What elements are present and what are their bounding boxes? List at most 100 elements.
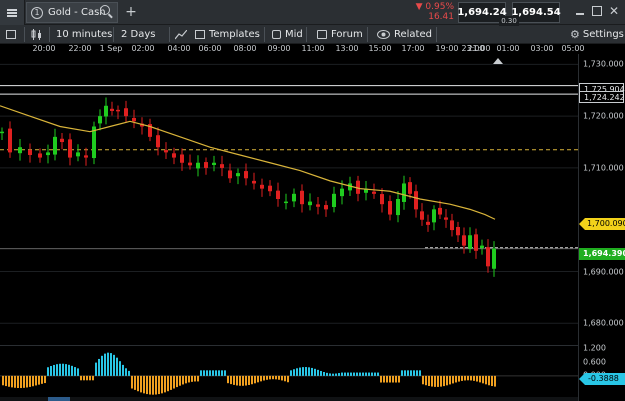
templates-label: Templates xyxy=(209,29,260,40)
candle xyxy=(220,155,224,177)
scroll-thumb[interactable] xyxy=(48,397,70,401)
oscillator-bar xyxy=(305,367,307,376)
oscillator-bar xyxy=(479,375,481,383)
oscillator-bar xyxy=(230,375,232,385)
oscillator-bar xyxy=(212,370,214,376)
candle xyxy=(244,163,248,186)
oscillator-bar xyxy=(56,364,58,376)
oscillator-bar xyxy=(482,375,484,384)
interval-label: 10 minutes xyxy=(56,29,113,40)
chart-type-icon[interactable] xyxy=(30,25,44,44)
oscillator-bar xyxy=(275,375,277,380)
templates-button[interactable]: Templates xyxy=(195,25,260,44)
oscillator-bar xyxy=(119,361,121,376)
oscillator-bar xyxy=(14,375,16,388)
oscillator-bar xyxy=(341,372,343,376)
interval-dropdown[interactable]: 10 minutes xyxy=(56,25,112,44)
oscillator-bar xyxy=(347,372,349,376)
oscillator-bar xyxy=(188,375,190,383)
add-tab-icon[interactable]: + xyxy=(122,4,140,21)
oscillator-bar xyxy=(488,375,490,386)
price-type-dropdown[interactable]: Mid xyxy=(272,25,303,44)
oscillator-bar xyxy=(401,370,403,376)
tab-title: Gold - Cash xyxy=(48,7,106,18)
candle xyxy=(324,200,328,217)
oscillator-bar xyxy=(356,372,358,376)
chart-toolbar: 10 minutes 2 Days Templates Mid Forum Re… xyxy=(0,25,625,44)
oscillator-bar xyxy=(326,372,328,376)
oscillator-bar xyxy=(200,370,202,376)
time-scrollbar[interactable] xyxy=(0,397,578,401)
candle xyxy=(252,172,256,190)
oscillator-bar xyxy=(215,370,217,376)
time-tick: 11:00 xyxy=(301,44,325,53)
oscillator-bar xyxy=(338,373,340,376)
price-chart[interactable] xyxy=(0,54,578,344)
oscillator-bar xyxy=(353,372,355,376)
oscillator-bar xyxy=(296,368,298,376)
oscillator-bar xyxy=(416,370,418,376)
oscillator-bar xyxy=(110,353,112,376)
oscillator-bar xyxy=(449,375,451,385)
eye-icon xyxy=(377,30,390,39)
indicators-icon[interactable] xyxy=(175,25,187,44)
oscillator-bar xyxy=(233,375,235,385)
settings-button[interactable]: ⚙ Settings xyxy=(570,25,624,44)
oscillator-bar xyxy=(32,375,34,387)
price-tick: 1,690.000 xyxy=(583,267,624,276)
candle xyxy=(462,227,466,254)
related-button[interactable]: Related xyxy=(377,25,432,44)
oscillator-bar xyxy=(437,375,439,387)
time-tick: 09:00 xyxy=(267,44,291,53)
oscillator-bar xyxy=(254,375,256,384)
oscillator-bar xyxy=(446,375,448,386)
line-label-2: 1,724.242 xyxy=(579,91,625,103)
time-tick: 20:00 xyxy=(32,44,56,53)
price-type-label: Mid xyxy=(285,29,303,40)
oscillator-bar xyxy=(17,375,19,389)
change-percent: ▼ 0.95% xyxy=(415,2,454,12)
oscillator-bar xyxy=(392,375,394,383)
oscillator-bar xyxy=(455,375,457,383)
oscillator-bar xyxy=(383,375,385,383)
oscillator-bar xyxy=(335,373,337,376)
candle xyxy=(372,183,376,199)
oscillator-bar xyxy=(134,375,136,390)
oscillator-bar xyxy=(281,375,283,381)
oscillator-bar xyxy=(260,375,262,382)
candle xyxy=(332,186,336,213)
candle xyxy=(204,157,208,175)
time-tick: 22:00 xyxy=(68,44,92,53)
oscillator-bar xyxy=(389,375,391,383)
oscillator-bar xyxy=(173,375,175,389)
candle xyxy=(164,142,168,159)
candle xyxy=(300,184,304,213)
scroll-latest-icon xyxy=(493,58,503,64)
oscillator-bar xyxy=(350,372,352,376)
oscillator-bar xyxy=(404,370,406,376)
price-type-icon xyxy=(272,30,281,39)
buy-button[interactable]: 1,694.54 xyxy=(511,2,561,23)
maximize-icon[interactable] xyxy=(592,6,602,16)
oscillator-bar xyxy=(8,375,10,387)
oscillator-bar xyxy=(218,370,220,376)
oscillator-panel[interactable] xyxy=(0,345,578,401)
oscillator-bar xyxy=(317,369,319,376)
oscillator-bar xyxy=(290,370,292,376)
oscillator-bar xyxy=(68,364,70,376)
time-tick: 02:00 xyxy=(131,44,155,53)
range-dropdown[interactable]: 2 Days xyxy=(121,25,156,44)
forum-button[interactable]: Forum xyxy=(317,25,363,44)
candle xyxy=(0,127,4,140)
oscillator-bar xyxy=(44,375,46,384)
minimize-icon[interactable] xyxy=(575,6,585,16)
oscillator-bar xyxy=(203,370,205,376)
oscillator-bar xyxy=(143,375,145,394)
candle xyxy=(110,101,114,116)
panel-toggle-icon[interactable] xyxy=(6,25,20,44)
hamburger-menu-icon[interactable] xyxy=(0,0,25,25)
search-icon[interactable] xyxy=(100,5,110,15)
oscillator-bar xyxy=(419,370,421,376)
oscillator-bar xyxy=(59,363,61,376)
close-icon[interactable]: ✕ xyxy=(609,5,619,17)
